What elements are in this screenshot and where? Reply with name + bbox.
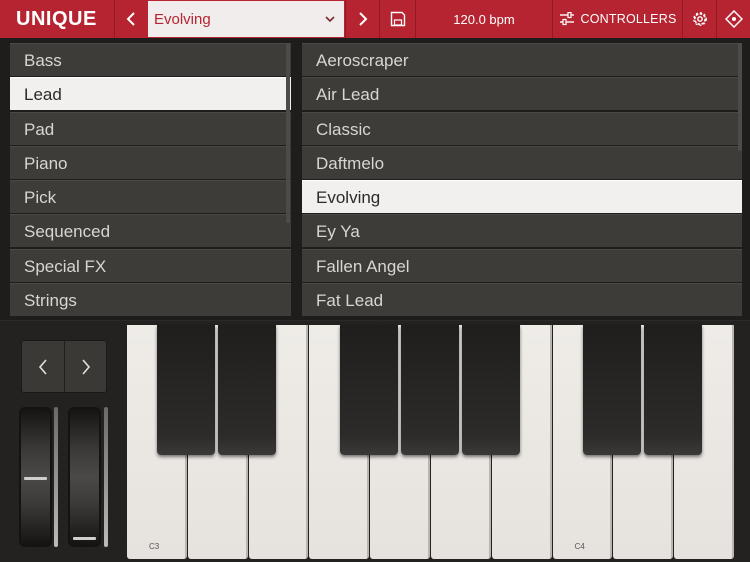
preset-list-item[interactable]: Classic bbox=[302, 111, 742, 145]
category-list-item[interactable]: Pad bbox=[10, 111, 291, 145]
chevron-left-icon bbox=[38, 358, 47, 375]
chevron-right-icon bbox=[358, 12, 367, 26]
preset-scrollbar[interactable] bbox=[738, 43, 742, 151]
mod-wheel-roller bbox=[70, 409, 99, 545]
category-list-item[interactable]: Special FX bbox=[10, 248, 291, 282]
controllers-button[interactable]: CONTROLLERS bbox=[552, 0, 682, 38]
category-list-item[interactable]: Piano bbox=[10, 145, 291, 179]
preset-list-item[interactable]: Daftmelo bbox=[302, 145, 742, 179]
black-key[interactable] bbox=[644, 325, 702, 455]
category-list-item[interactable]: Pick bbox=[10, 180, 291, 214]
save-icon bbox=[390, 11, 405, 27]
mod-wheel-rail bbox=[104, 407, 108, 547]
category-list: Bass Lead Pad Piano Pick Sequenced Special FX S… bbox=[10, 43, 291, 318]
top-toolbar: UNIQUE Evolving 120.0 bpm CONTROLLERS bbox=[0, 0, 750, 39]
black-key[interactable] bbox=[218, 325, 276, 455]
previous-preset-button[interactable] bbox=[114, 0, 146, 38]
black-key[interactable] bbox=[157, 325, 215, 455]
octave-up-button[interactable] bbox=[64, 341, 106, 392]
controllers-label: CONTROLLERS bbox=[580, 12, 677, 26]
midi-icon bbox=[724, 10, 743, 28]
gear-icon bbox=[692, 12, 707, 26]
next-preset-button[interactable] bbox=[345, 0, 379, 38]
category-list-item[interactable]: Strings bbox=[10, 283, 291, 317]
preset-list: Aeroscraper Air Lead Classic Daftmelo Evolvi… bbox=[302, 43, 742, 318]
preset-select[interactable]: Evolving bbox=[148, 1, 344, 37]
chevron-left-icon bbox=[126, 12, 135, 26]
performance-area: C3 C4 bbox=[0, 321, 750, 562]
chevron-down-icon bbox=[325, 16, 335, 23]
mod-wheel[interactable] bbox=[68, 407, 101, 547]
black-key[interactable] bbox=[401, 325, 459, 455]
octave-switcher bbox=[21, 340, 107, 393]
category-list-item[interactable]: Bass bbox=[10, 43, 291, 76]
key-octave-label: C3 bbox=[149, 542, 160, 551]
preset-list-item[interactable]: Fallen Angel bbox=[302, 248, 742, 282]
preset-list-item[interactable]: Evolving bbox=[302, 180, 742, 214]
mod-wheel-marker bbox=[73, 537, 96, 540]
midi-button[interactable] bbox=[716, 0, 750, 38]
preset-list-item[interactable]: Aeroscraper bbox=[302, 43, 742, 76]
pitch-wheel-marker bbox=[24, 477, 47, 480]
app-logo-text: UNIQUE bbox=[16, 7, 97, 30]
piano-keyboard: C3 C4 bbox=[127, 325, 735, 559]
save-button[interactable] bbox=[379, 0, 415, 38]
black-key[interactable] bbox=[462, 325, 520, 455]
preset-list-item[interactable]: Ey Ya bbox=[302, 214, 742, 248]
tempo-display[interactable]: 120.0 bpm bbox=[415, 0, 552, 38]
chevron-right-icon bbox=[81, 358, 90, 375]
sliders-icon bbox=[559, 12, 574, 26]
category-scrollbar[interactable] bbox=[286, 43, 290, 223]
settings-button[interactable] bbox=[682, 0, 716, 38]
tempo-value: 120.0 bpm bbox=[453, 11, 515, 27]
preset-select-value: Evolving bbox=[154, 10, 211, 28]
key-octave-label: C4 bbox=[574, 542, 585, 551]
black-key[interactable] bbox=[583, 325, 641, 455]
app-logo: UNIQUE bbox=[0, 0, 110, 38]
category-list-item[interactable]: Lead bbox=[10, 77, 291, 111]
category-list-item[interactable]: Sequenced bbox=[10, 214, 291, 248]
preset-list-item[interactable]: Air Lead bbox=[302, 77, 742, 111]
preset-browser: Bass Lead Pad Piano Pick Sequenced Special FX S… bbox=[0, 38, 750, 320]
black-key[interactable] bbox=[340, 325, 398, 455]
pitch-wheel-roller bbox=[21, 409, 50, 545]
pitch-wheel[interactable] bbox=[19, 407, 52, 547]
octave-down-button[interactable] bbox=[22, 341, 64, 392]
pitch-wheel-rail bbox=[54, 407, 58, 547]
preset-list-item[interactable]: Fat Lead bbox=[302, 283, 742, 317]
